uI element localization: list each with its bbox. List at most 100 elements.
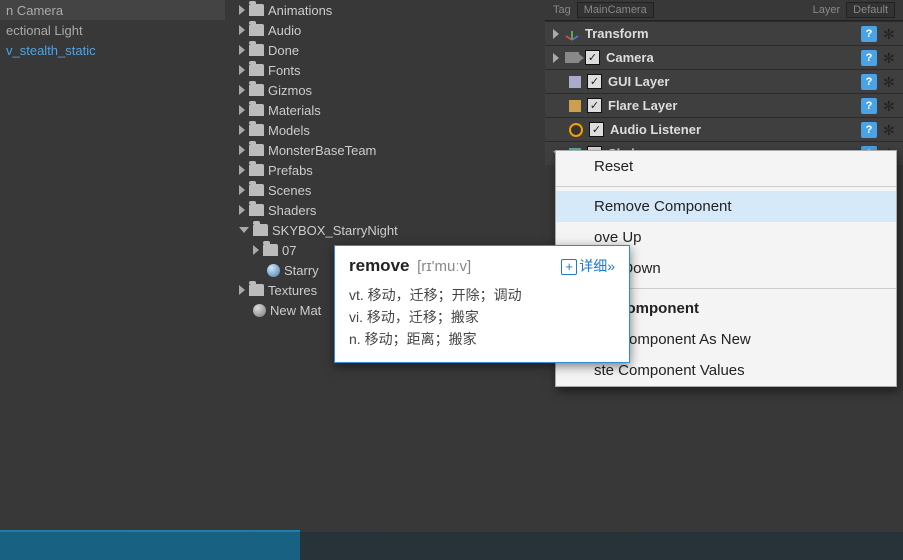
folder-icon [249,44,264,56]
gameobject-label: v_stealth_static [6,43,96,58]
component-icon [569,100,581,112]
help-icon[interactable]: ? [861,50,877,66]
layer-dropdown[interactable]: Default [846,2,895,18]
foldout-icon[interactable] [239,65,245,75]
foldout-icon[interactable] [239,165,245,175]
component-gui-layer[interactable]: ✓ GUI Layer ? ✻ [545,69,903,93]
folder-item[interactable]: Fonts [225,60,545,80]
folder-label: Shaders [268,203,316,218]
component-audio-listener[interactable]: ✓ Audio Listener ? ✻ [545,117,903,141]
folder-label: Models [268,123,310,138]
folder-item[interactable]: Prefabs [225,160,545,180]
folder-label: Materials [268,103,321,118]
hierarchy-item[interactable]: ectional Light [0,20,225,40]
component-label: Camera [606,50,855,65]
folder-icon [249,144,264,156]
foldout-icon[interactable] [239,227,249,233]
gear-icon[interactable]: ✻ [883,75,897,89]
enable-checkbox[interactable]: ✓ [587,98,602,113]
folder-icon [249,104,264,116]
plus-icon: + [561,259,577,275]
folder-icon [249,124,264,136]
tag-dropdown[interactable]: MainCamera [577,2,654,18]
dictionary-more-link[interactable]: +详细» [561,256,615,276]
taskbar [0,532,903,560]
help-icon[interactable]: ? [861,26,877,42]
folder-label: MonsterBaseTeam [268,143,376,158]
folder-item-open[interactable]: SKYBOX_StarryNight [225,220,545,240]
hierarchy-item[interactable]: n Camera [0,0,225,20]
dictionary-definitions: vt. 移动，迁移；开除；调动 vi. 移动，迁移；搬家 n. 移动；距离；搬家 [349,284,615,350]
folder-item[interactable]: Done [225,40,545,60]
folder-item[interactable]: Models [225,120,545,140]
foldout-icon[interactable] [239,5,245,15]
asset-label: Starry [284,263,319,278]
folder-label: SKYBOX_StarryNight [272,223,398,238]
folder-label: Audio [268,23,301,38]
separator [556,186,896,187]
transform-icon [565,27,579,41]
dictionary-popup: +详细» remove [rɪ'muːv] vt. 移动，迁移；开除；调动 vi… [334,245,630,363]
menu-remove-component[interactable]: Remove Component [556,191,896,222]
folder-label: Prefabs [268,163,313,178]
folder-item[interactable]: Materials [225,100,545,120]
hierarchy-item-prefab[interactable]: v_stealth_static [0,40,225,60]
component-label: Transform [585,26,855,41]
speaker-icon [569,123,583,137]
dictionary-headword: remove [349,256,409,275]
folder-item[interactable]: Animations [225,0,545,20]
folder-icon [249,204,264,216]
foldout-icon[interactable] [239,185,245,195]
enable-checkbox[interactable]: ✓ [589,122,604,137]
folder-icon [249,164,264,176]
material-icon [267,264,280,277]
gear-icon[interactable]: ✻ [883,123,897,137]
component-flare-layer[interactable]: ✓ Flare Layer ? ✻ [545,93,903,117]
folder-item[interactable]: Gizmos [225,80,545,100]
gear-icon[interactable]: ✻ [883,99,897,113]
foldout-icon[interactable] [553,53,559,63]
folder-label: Animations [268,3,332,18]
enable-checkbox[interactable]: ✓ [587,74,602,89]
folder-label: Done [268,43,299,58]
foldout-icon[interactable] [253,245,259,255]
folder-item[interactable]: MonsterBaseTeam [225,140,545,160]
foldout-icon[interactable] [239,85,245,95]
folder-item[interactable]: Scenes [225,180,545,200]
folder-item[interactable]: Shaders [225,200,545,220]
help-icon[interactable]: ? [861,74,877,90]
gear-icon[interactable]: ✻ [883,27,897,41]
definition-line: vt. 移动，迁移；开除；调动 [349,284,615,306]
definition-line: n. 移动；距离；搬家 [349,328,615,350]
component-label: Flare Layer [608,98,855,113]
foldout-icon[interactable] [239,105,245,115]
definition-line: vi. 移动，迁移；搬家 [349,306,615,328]
camera-icon [565,52,579,63]
folder-label: Scenes [268,183,311,198]
more-label: 详细» [579,258,615,274]
inspector-tag-row: Tag MainCamera Layer Default [545,0,903,21]
gameobject-label: n Camera [6,3,63,18]
foldout-icon[interactable] [239,45,245,55]
component-camera[interactable]: ✓ Camera ? ✻ [545,45,903,69]
foldout-icon[interactable] [239,205,245,215]
gear-icon[interactable]: ✻ [883,51,897,65]
menu-reset[interactable]: Reset [556,151,896,182]
folder-icon [249,64,264,76]
foldout-icon[interactable] [239,25,245,35]
folder-icon [249,184,264,196]
foldout-icon[interactable] [239,125,245,135]
enable-checkbox[interactable]: ✓ [585,50,600,65]
foldout-icon[interactable] [239,285,245,295]
folder-item[interactable]: Audio [225,20,545,40]
component-transform[interactable]: Transform ? ✻ [545,21,903,45]
foldout-icon[interactable] [239,145,245,155]
help-icon[interactable]: ? [861,122,877,138]
help-icon[interactable]: ? [861,98,877,114]
foldout-icon[interactable] [553,29,559,39]
folder-label: 07 [282,243,296,258]
layer-label: Layer [813,4,841,16]
component-label: GUI Layer [608,74,855,89]
component-icon [569,76,581,88]
gameobject-label: ectional Light [6,23,83,38]
